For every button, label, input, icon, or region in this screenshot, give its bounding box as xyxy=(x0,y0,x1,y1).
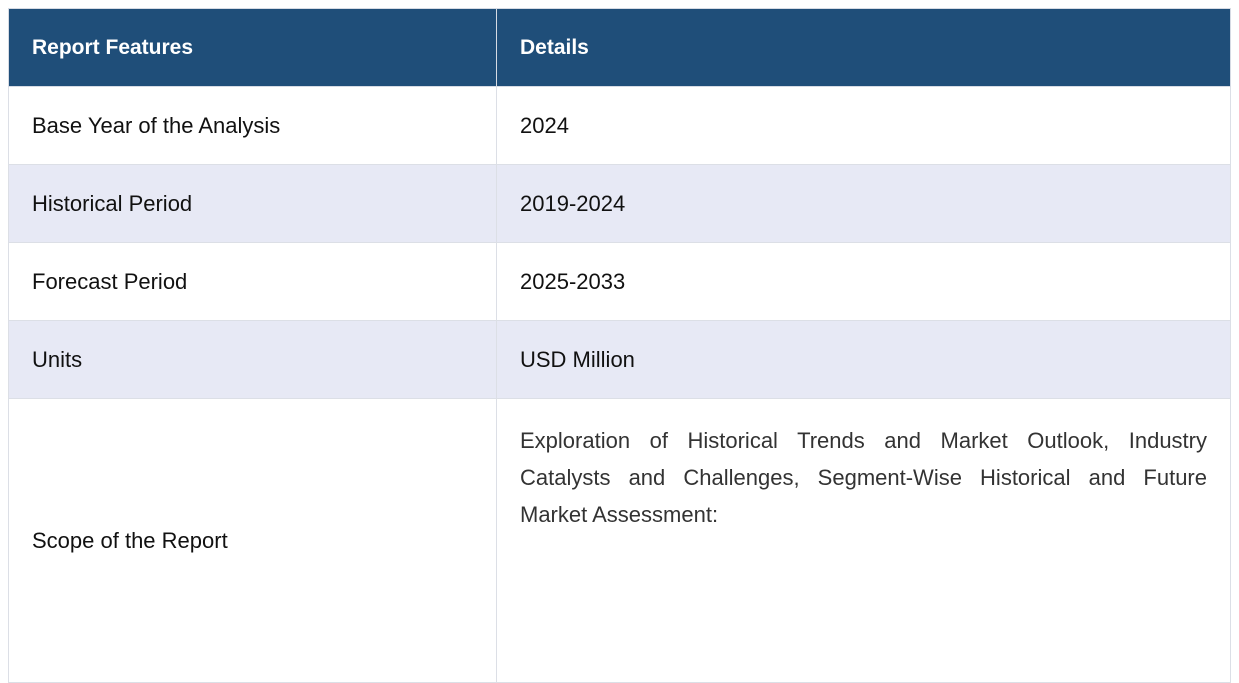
table-row: Base Year of the Analysis 2024 xyxy=(8,86,1231,165)
details-cell: Exploration of Historical Trends and Mar… xyxy=(496,398,1231,683)
feature-cell: Forecast Period xyxy=(8,242,497,321)
feature-cell: Units xyxy=(8,320,497,399)
details-cell: 2025-2033 xyxy=(496,242,1231,321)
header-report-features: Report Features xyxy=(8,8,497,87)
feature-cell: Historical Period xyxy=(8,164,497,243)
header-details: Details xyxy=(496,8,1231,87)
feature-cell: Base Year of the Analysis xyxy=(8,86,497,165)
header-row: Report Features Details xyxy=(8,8,1231,87)
report-features-table: Report Features Details Base Year of the… xyxy=(8,8,1231,683)
details-cell: 2024 xyxy=(496,86,1231,165)
table-header: Report Features Details xyxy=(8,8,1231,87)
details-cell: USD Million xyxy=(496,320,1231,399)
report-features-table-container: Report Features Details Base Year of the… xyxy=(8,8,1231,683)
table-row: Forecast Period 2025-2033 xyxy=(8,242,1231,321)
table-row: Scope of the Report Exploration of Histo… xyxy=(8,398,1231,683)
table-row: Units USD Million xyxy=(8,320,1231,399)
details-cell: 2019-2024 xyxy=(496,164,1231,243)
table-body: Base Year of the Analysis 2024 Historica… xyxy=(8,86,1231,683)
table-row: Historical Period 2019-2024 xyxy=(8,164,1231,243)
feature-cell: Scope of the Report xyxy=(8,398,497,683)
